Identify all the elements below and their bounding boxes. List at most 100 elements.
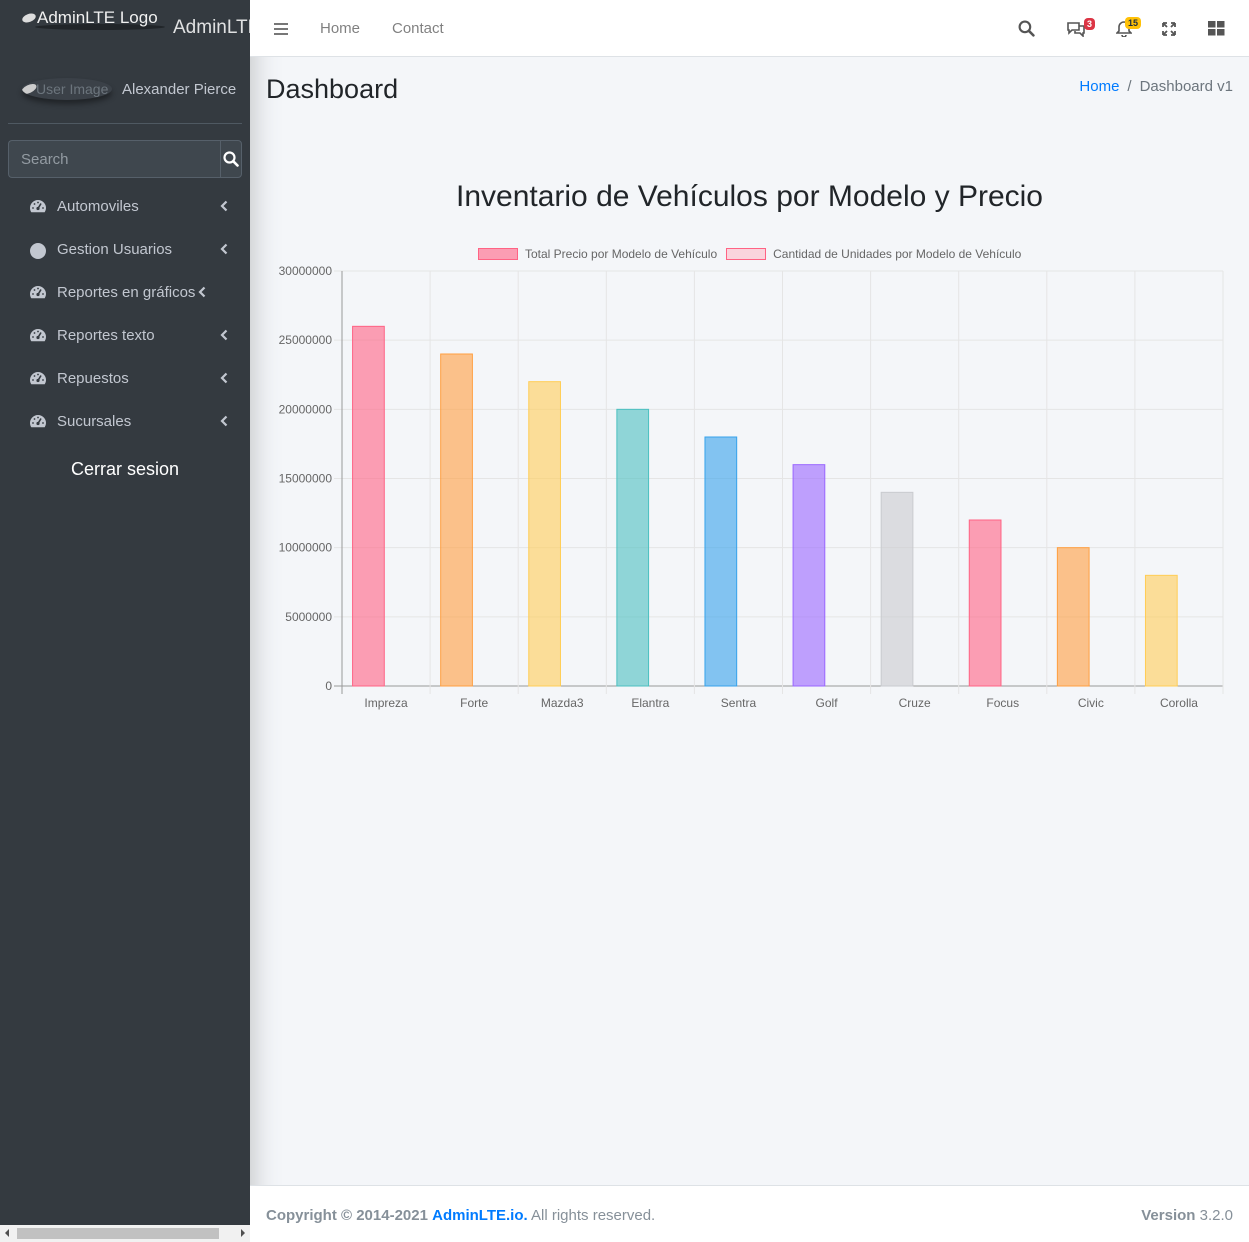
bar-focus[interactable] (968, 519, 1002, 687)
sidebar-item-label: Reportes texto (57, 327, 155, 344)
chevron-left-icon (198, 286, 206, 298)
sidebar-item-reportes-texto[interactable]: Reportes texto (8, 314, 242, 357)
x-tick-label: Forte (460, 696, 488, 710)
y-tick-label: 5000000 (285, 610, 332, 624)
x-tick-label: Corolla (1160, 696, 1198, 710)
breadcrumb-home[interactable]: Home (1079, 78, 1119, 95)
sidebar-item-label: Reportes en gráficos (57, 284, 196, 301)
brand-link[interactable]: AdminLTE Logo AdminLTE (0, 0, 250, 57)
tachometer-icon (30, 200, 46, 213)
x-tick-label: Civic (1078, 696, 1104, 710)
x-tick-label: Sentra (721, 696, 757, 710)
y-tick-label: 20000000 (279, 402, 333, 416)
x-tick-label: Impreza (364, 696, 408, 710)
user-image-alt-text: User Image (36, 81, 109, 97)
sidebar-item-automoviles[interactable]: Automoviles (8, 185, 242, 228)
chevron-left-icon (220, 243, 228, 255)
brand-logo-alt-text: AdminLTE Logo (37, 8, 158, 27)
bar-forte[interactable] (440, 353, 473, 687)
messages-badge: 3 (1084, 18, 1096, 30)
x-tick-label: Golf (816, 696, 839, 710)
bar-sentra[interactable] (704, 436, 738, 687)
sidebar-item-label: Automoviles (57, 198, 139, 215)
bars-icon (274, 22, 288, 35)
x-tick-label: Mazda3 (541, 696, 584, 710)
adminlte-link[interactable]: AdminLTE.io. (432, 1207, 528, 1224)
sidebar-item-label: Gestion Usuarios (57, 241, 173, 258)
sidebar-item-repuestos[interactable]: Repuestos (8, 357, 242, 400)
sidebar-search-button[interactable] (220, 140, 242, 178)
version-label: Version (1141, 1207, 1196, 1224)
footer-copyright: Copyright © 2014-2021 AdminLTE.io. All r… (266, 1207, 655, 1224)
y-tick-label: 10000000 (279, 541, 333, 555)
chevron-left-icon (220, 372, 228, 384)
tachometer-icon (30, 372, 46, 385)
user-avatar: User Image (22, 78, 112, 100)
scroll-right-icon[interactable] (241, 1229, 245, 1237)
copyright-text: Copyright © 2014-2021 (266, 1207, 428, 1224)
user-panel: User Image Alexander Pierce (8, 57, 242, 124)
sidebar-item-sucursales[interactable]: Sucursales (8, 400, 242, 443)
pushmenu-button[interactable] (273, 0, 289, 57)
search-icon (1018, 20, 1035, 37)
grid-icon (1208, 21, 1225, 36)
y-tick-label: 15000000 (279, 472, 333, 486)
nav-link-home[interactable]: Home (320, 0, 360, 57)
chart-title: Inventario de Vehículos por Modelo y Pre… (455, 180, 1043, 213)
circle-icon (30, 243, 46, 259)
bar-cruze[interactable] (880, 491, 914, 687)
logout-link[interactable]: Cerrar sesion (0, 459, 250, 480)
chevron-left-icon (220, 415, 228, 427)
bar-chart: 0 5000000 10000000 15000000 20000000 25000000… (279, 264, 1224, 710)
breadcrumb: Home / Dashboard v1 (1079, 78, 1233, 95)
messages-dropdown[interactable] (1066, 0, 1086, 57)
logo-swoosh-icon (21, 11, 37, 25)
breadcrumb-separator: / (1127, 78, 1132, 95)
tachometer-icon (30, 329, 46, 342)
scroll-left-icon[interactable] (5, 1229, 9, 1237)
control-sidebar-button[interactable] (1208, 0, 1225, 57)
bar-mazda3[interactable] (528, 381, 561, 687)
sidebar-search (8, 140, 242, 178)
version-number: 3.2.0 (1199, 1207, 1233, 1224)
y-tick-label: 30000000 (279, 264, 333, 278)
bar-impreza[interactable] (352, 325, 385, 687)
top-navbar: Home Contact 3 15 (250, 0, 1249, 57)
nav-link-contact[interactable]: Contact (392, 0, 444, 57)
x-tick-label: Cruze (899, 696, 931, 710)
bar-elantra[interactable] (616, 408, 650, 687)
user-name-link[interactable]: Alexander Pierce (122, 81, 236, 98)
search-icon (223, 151, 239, 167)
sidebar-search-input[interactable] (8, 140, 220, 178)
sidebar-item-reportes-graficos[interactable]: Reportes en gráficos (8, 271, 242, 314)
navbar-search-button[interactable] (1018, 0, 1035, 57)
fullscreen-button[interactable] (1161, 0, 1177, 57)
sidebar-item-label: Sucursales (57, 413, 132, 430)
sidebar-item-label: Repuestos (57, 370, 129, 387)
chevron-left-icon (220, 329, 228, 341)
rights-text: All rights reserved. (531, 1207, 656, 1224)
notifications-badge: 15 (1125, 17, 1142, 29)
bar-civic[interactable] (1056, 547, 1090, 687)
brand-logo: AdminLTE Logo (21, 8, 158, 28)
chart-bars (352, 325, 1178, 687)
brand-text: AdminLTE (173, 17, 250, 38)
x-tick-label: Elantra (631, 696, 669, 710)
bar-golf[interactable] (792, 464, 826, 687)
y-tick-label: 0 (325, 679, 332, 693)
footer-version: Version 3.2.0 (1141, 1207, 1233, 1224)
main-footer: Copyright © 2014-2021 AdminLTE.io. All r… (250, 1185, 1249, 1242)
page-title: Dashboard (266, 74, 399, 104)
horizontal-scrollbar[interactable] (0, 1225, 250, 1242)
chevron-left-icon (220, 200, 228, 212)
scrollbar-thumb[interactable] (17, 1228, 219, 1239)
tachometer-icon (30, 286, 46, 299)
tachometer-icon (30, 415, 46, 428)
sidebar-menu: Automoviles Gestion Usuarios Reportes en… (8, 185, 242, 443)
breadcrumb-current: Dashboard v1 (1139, 78, 1233, 95)
y-tick-label: 25000000 (279, 333, 333, 347)
bar-corolla[interactable] (1144, 574, 1178, 687)
main-sidebar: AdminLTE Logo AdminLTE User Image Alexan… (0, 0, 250, 1242)
comments-icon (1067, 22, 1085, 37)
sidebar-item-gestion-usuarios[interactable]: Gestion Usuarios (8, 228, 242, 271)
